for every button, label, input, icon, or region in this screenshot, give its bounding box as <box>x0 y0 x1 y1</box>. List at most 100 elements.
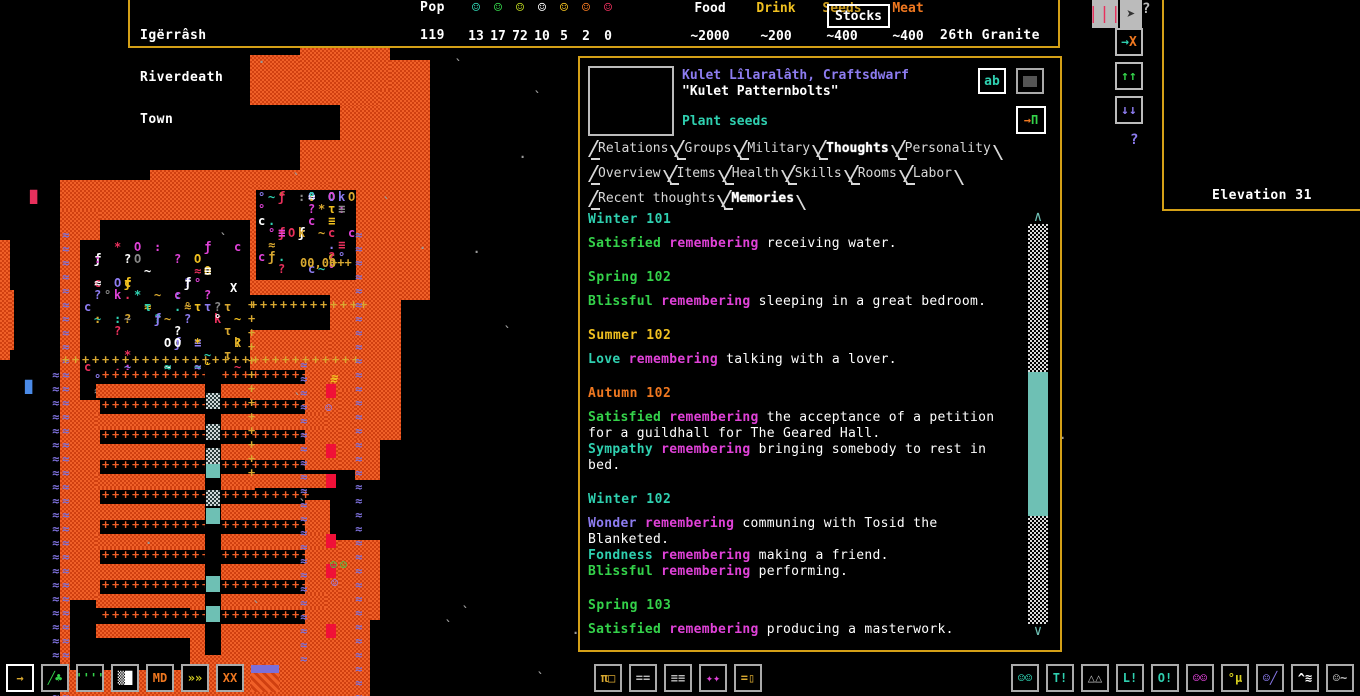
character-activity: Plant seeds <box>682 114 962 130</box>
happiness-count-1: 17 <box>487 29 509 45</box>
pillars-icon[interactable]: ||| <box>1092 0 1118 28</box>
move-to-x-button[interactable]: →X <box>1115 28 1143 56</box>
tab-label: Overview <box>598 166 661 181</box>
help-button[interactable]: ☺~ <box>1326 664 1354 692</box>
mass-designate-button[interactable]: MD <box>146 664 174 692</box>
tab-skills[interactable]: Skills <box>785 162 844 186</box>
question-mark-icon[interactable]: ? <box>1142 1 1150 17</box>
toolbar-right: ☺☺T!△△L!O!☺☺°μ☺╱^≋☺~ <box>1011 664 1354 692</box>
tab-label: Health <box>732 166 779 181</box>
tab-underbar <box>898 158 907 160</box>
tab-label: Memories <box>731 191 794 206</box>
portrait-box <box>588 66 674 136</box>
memory-group: Winter 101Satisfied remembering receivin… <box>588 210 1022 252</box>
tab-underbar <box>670 183 679 185</box>
tool-glyph: MD <box>153 672 167 684</box>
memory-emotion: Satisfied <box>588 410 661 425</box>
gather-plants-button[interactable]: '''' <box>76 664 104 692</box>
memory-entries: Satisfied remembering receiving water. <box>588 236 1022 252</box>
tab-label: Relations <box>598 141 668 156</box>
character-nickname: "Kulet Patternbolts" <box>682 84 962 100</box>
zoom-to-unit-icon[interactable] <box>1016 68 1044 94</box>
work-orders-button[interactable]: O! <box>1151 664 1179 692</box>
dig-tool-button[interactable]: → <box>6 664 34 692</box>
tasks-button[interactable]: T! <box>1046 664 1074 692</box>
happiness-count-4: 5 <box>553 29 575 45</box>
justice-button[interactable]: ☺╱ <box>1256 664 1284 692</box>
smooth-stone-button[interactable]: ▒█ <box>111 664 139 692</box>
tab-health[interactable]: Health <box>722 162 781 186</box>
tab-labor[interactable]: Labor <box>903 162 954 186</box>
memory-text: making a friend. <box>759 548 889 563</box>
chop-tree-button[interactable]: ╱♣ <box>41 664 69 692</box>
tool-glyph: O! <box>1158 672 1172 684</box>
nobles-button[interactable]: ☺☺ <box>1186 664 1214 692</box>
memory-verb: remembering <box>653 564 759 579</box>
memory-season-label: Winter 102 <box>588 490 1022 510</box>
stockpile-button[interactable]: π□ <box>594 664 622 692</box>
tab-memories[interactable]: Memories <box>721 187 796 211</box>
up-stairs-button[interactable]: ↑↑ <box>1115 62 1143 90</box>
tab-personality[interactable]: Personality <box>895 137 993 161</box>
places-button[interactable]: △△ <box>1081 664 1109 692</box>
memory-entry: Blissful remembering sleeping in a great… <box>588 294 1022 310</box>
memory-text: receiving water. <box>767 236 897 251</box>
tab-relations[interactable]: Relations <box>588 137 670 161</box>
follow-unit-button[interactable]: →Π <box>1016 106 1046 134</box>
world-button[interactable]: ^≋ <box>1291 664 1319 692</box>
happiness-count-3: 10 <box>531 29 553 45</box>
down-stairs-button[interactable]: ↓↓ <box>1115 96 1143 124</box>
announcement-button[interactable]: ab <box>978 68 1006 94</box>
remove-designation-button[interactable]: XX <box>216 664 244 692</box>
resources-block: Food~2000Drink~200Seeds~400Meat~400 <box>677 1 941 47</box>
tab-rooms[interactable]: Rooms <box>848 162 899 186</box>
objects-button[interactable]: °μ <box>1221 664 1249 692</box>
scrollbar-thumb[interactable] <box>1028 372 1048 516</box>
citizens-button[interactable]: ☺☺ <box>1011 664 1039 692</box>
tool-glyph: ^≋ <box>1298 672 1312 684</box>
memory-entry: Love remembering talking with a lover. <box>588 352 1022 368</box>
memory-emotion: Satisfied <box>588 236 661 251</box>
memories-scrollbar[interactable]: ∧ ∨ <box>1028 210 1048 638</box>
labor-button[interactable]: L! <box>1116 664 1144 692</box>
tool-glyph: L! <box>1123 672 1137 684</box>
building-menu-button[interactable]: =▯ <box>734 664 762 692</box>
tab-items[interactable]: Items <box>667 162 718 186</box>
tab-underbar <box>788 183 797 185</box>
tab-label: Recent thoughts <box>598 191 715 206</box>
tab-military[interactable]: Military <box>737 137 812 161</box>
x-icon: X <box>1129 35 1137 50</box>
memory-season-label: Spring 103 <box>588 596 1022 616</box>
scroll-down-arrow-icon[interactable]: ∨ <box>1028 624 1048 638</box>
terrain-swatch-button[interactable] <box>251 664 279 692</box>
tab-label: Labor <box>913 166 952 181</box>
zone-two-button[interactable]: ≡≡ <box>664 664 692 692</box>
tab-thoughts[interactable]: Thoughts <box>816 137 891 161</box>
tab-recent-thoughts[interactable]: Recent thoughts <box>588 187 717 211</box>
memories-list[interactable]: Winter 101Satisfied remembering receivin… <box>588 210 1022 638</box>
stocks-button[interactable]: Stocks <box>827 4 890 28</box>
zone-one-button[interactable]: == <box>629 664 657 692</box>
extra-question-icon[interactable]: ? <box>1130 132 1138 148</box>
farm-plot-button[interactable]: ✦✦ <box>699 664 727 692</box>
happiness-face-6: ☺ <box>597 1 619 16</box>
tab-row-secondary: Overview Items Health SkillsRooms Labor <box>588 162 958 186</box>
tool-glyph: XX <box>223 672 237 684</box>
memory-emotion: Sympathy <box>588 442 653 457</box>
tool-glyph: → <box>16 672 23 684</box>
tab-overview[interactable]: Overview <box>588 162 663 186</box>
scroll-up-arrow-icon[interactable]: ∧ <box>1028 210 1048 224</box>
character-name: Kulet Lîlaralâth, Craftsdwarf <box>682 68 962 84</box>
memory-verb: remembering <box>621 352 727 367</box>
tool-glyph: ☺☺ <box>1193 672 1207 684</box>
scrollbar-track[interactable] <box>1028 224 1048 624</box>
happiness-count-2: 72 <box>509 29 531 45</box>
fast-forward-button[interactable]: »» <box>181 664 209 692</box>
tab-groups[interactable]: Groups <box>674 137 733 161</box>
memory-entries: Blissful remembering sleeping in a great… <box>588 294 1022 310</box>
tab-underbar <box>591 183 600 185</box>
memory-entry: Wonder remembering communing with Tosid … <box>588 516 1022 548</box>
cursor-sparkle-icon[interactable]: ➤ <box>1120 0 1142 28</box>
memory-group: Spring 102Blissful remembering sleeping … <box>588 268 1022 310</box>
water-band <box>251 665 279 673</box>
